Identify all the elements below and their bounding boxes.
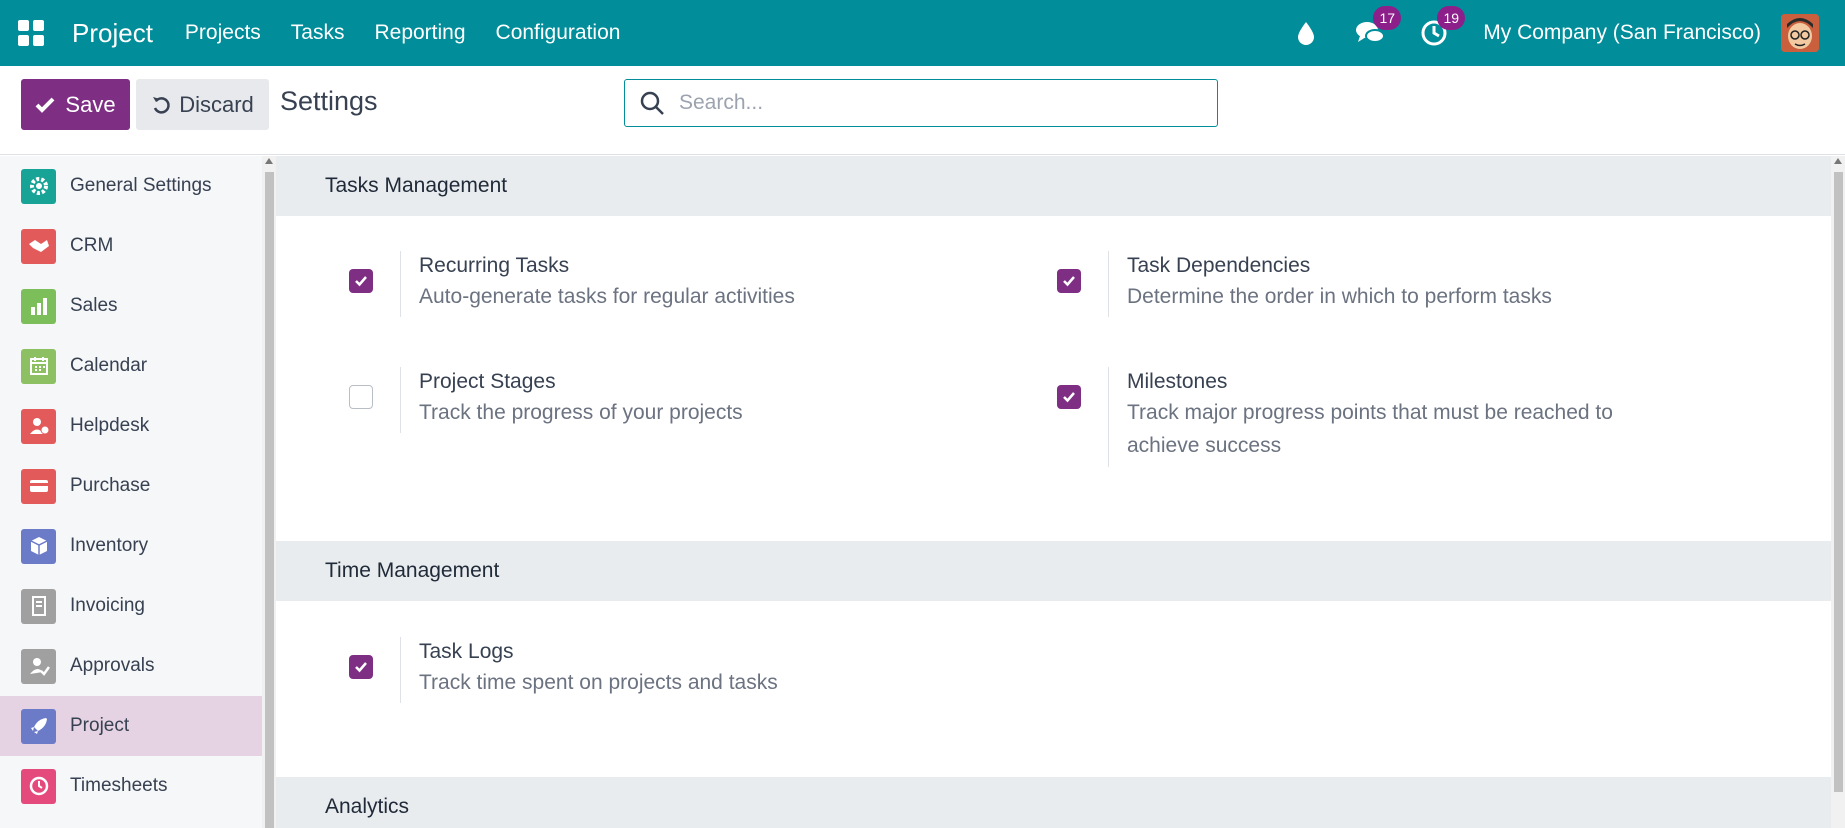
sidebar-item-helpdesk[interactable]: Helpdesk	[0, 396, 262, 456]
setting-desc-project-stages: Track the progress of your projects	[419, 401, 743, 424]
sidebar-item-label: Timesheets	[70, 775, 168, 796]
card-icon	[21, 468, 56, 504]
sidebar-item-crm[interactable]: CRM	[0, 216, 262, 276]
gear-icon	[21, 168, 56, 204]
support-icon	[21, 408, 56, 444]
setting-title-milestones: Milestones	[1127, 370, 1228, 393]
task-logs-checkbox[interactable]	[349, 655, 373, 679]
search-box[interactable]	[624, 79, 1218, 127]
section-tasks-management: Tasks Management	[276, 156, 1831, 216]
settings-main: Tasks Management Recurring Tasks Auto-ge…	[276, 156, 1831, 828]
sidebar-item-label: Purchase	[70, 475, 151, 496]
top-navbar: Project Projects Tasks Reporting Configu…	[0, 0, 1845, 66]
setting-desc-task-dependencies: Determine the order in which to perform …	[1127, 285, 1552, 308]
setting-title-project-stages: Project Stages	[419, 370, 556, 393]
section-title: Tasks Management	[325, 174, 508, 197]
sidebar-item-purchase[interactable]: Purchase	[0, 456, 262, 516]
sidebar-item-calendar[interactable]: Calendar	[0, 336, 262, 396]
calendar-icon	[21, 348, 56, 384]
menu-tasks[interactable]: Tasks	[291, 21, 345, 45]
divider	[400, 251, 401, 317]
discard-button[interactable]: Discard	[136, 79, 269, 130]
section-analytics: Analytics	[276, 777, 1831, 828]
check-icon	[1063, 392, 1075, 403]
task-dependencies-checkbox[interactable]	[1057, 269, 1081, 293]
recurring-tasks-checkbox[interactable]	[349, 269, 373, 293]
activities-badge: 19	[1437, 6, 1466, 30]
setting-desc-task-logs: Track time spent on projects and tasks	[419, 671, 778, 694]
user-avatar[interactable]	[1781, 14, 1819, 52]
handshake-icon	[21, 228, 56, 264]
divider	[400, 637, 401, 703]
menu-projects[interactable]: Projects	[185, 21, 261, 45]
activity-clock-icon[interactable]: 19	[1419, 6, 1466, 48]
discard-label: Discard	[179, 91, 254, 117]
project-stages-checkbox[interactable]	[349, 385, 373, 409]
check-icon	[36, 97, 55, 113]
sidebar-item-project[interactable]: Project	[0, 696, 262, 756]
sidebar-item-label: Sales	[70, 295, 118, 316]
search-icon	[640, 91, 664, 115]
setting-desc-milestones: Track major progress points that must be…	[1127, 401, 1613, 457]
rocket-icon	[21, 708, 56, 744]
control-panel: Save Discard Settings	[0, 66, 1845, 155]
divider	[1108, 367, 1109, 467]
sidebar-scrollbar[interactable]	[262, 156, 276, 828]
sidebar-item-label: Invoicing	[70, 595, 145, 616]
main-scrollbar[interactable]	[1831, 156, 1845, 828]
section-title: Time Management	[325, 559, 500, 582]
box-icon	[21, 528, 56, 564]
section-time-management: Time Management	[276, 541, 1831, 601]
divider	[1108, 251, 1109, 317]
sidebar-item-general-settings[interactable]: General Settings	[0, 156, 262, 216]
company-switcher[interactable]: My Company (San Francisco)	[1483, 21, 1761, 45]
settings-sidebar: General Settings CRM Sales Calendar Help…	[0, 156, 262, 828]
search-input[interactable]	[679, 91, 1199, 115]
sidebar-item-label: Approvals	[70, 655, 155, 676]
invoice-icon	[21, 588, 56, 624]
section-title: Analytics	[325, 795, 410, 818]
milestones-checkbox[interactable]	[1057, 385, 1081, 409]
sidebar-item-label: Helpdesk	[70, 415, 150, 436]
sidebar-item-invoicing[interactable]: Invoicing	[0, 576, 262, 636]
setting-title-task-logs: Task Logs	[419, 640, 514, 663]
sidebar-item-label: Inventory	[70, 535, 149, 556]
menu-reporting[interactable]: Reporting	[374, 21, 465, 45]
setting-title-recurring-tasks: Recurring Tasks	[419, 254, 570, 277]
messages-icon[interactable]: 17	[1355, 6, 1402, 48]
check-icon	[355, 662, 367, 673]
sidebar-item-label: Project	[70, 715, 130, 736]
clock-icon	[21, 768, 56, 804]
menu-configuration[interactable]: Configuration	[496, 21, 621, 45]
approval-icon	[21, 648, 56, 684]
divider	[400, 367, 401, 433]
app-brand[interactable]: Project	[72, 18, 153, 49]
sidebar-item-label: CRM	[70, 235, 114, 256]
sidebar-item-label: Calendar	[70, 355, 148, 376]
apps-menu-icon[interactable]	[18, 20, 44, 46]
undo-icon	[153, 96, 170, 114]
messages-badge: 17	[1373, 6, 1402, 30]
save-label: Save	[65, 91, 116, 117]
drop-icon[interactable]	[1291, 18, 1321, 48]
page-title: Settings	[280, 86, 378, 116]
sidebar-item-timesheets[interactable]: Timesheets	[0, 756, 262, 816]
chart-icon	[21, 288, 56, 324]
sidebar-item-inventory[interactable]: Inventory	[0, 516, 262, 576]
setting-desc-recurring-tasks: Auto-generate tasks for regular activiti…	[419, 285, 795, 308]
sidebar-item-sales[interactable]: Sales	[0, 276, 262, 336]
sidebar-item-approvals[interactable]: Approvals	[0, 636, 262, 696]
setting-title-task-dependencies: Task Dependencies	[1127, 254, 1311, 277]
save-button[interactable]: Save	[21, 79, 130, 130]
sidebar-item-label: General Settings	[70, 175, 212, 196]
check-icon	[355, 276, 367, 287]
check-icon	[1063, 276, 1075, 287]
